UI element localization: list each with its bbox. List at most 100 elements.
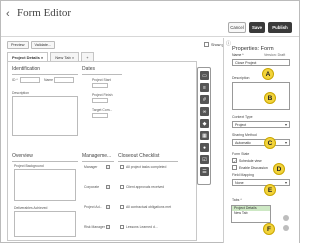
- chevron-down-icon: ▾: [284, 180, 287, 185]
- back-arrow-icon[interactable]: ‹: [6, 8, 10, 20]
- project-start-label: Project Start: [92, 78, 111, 82]
- project-finish-field[interactable]: [92, 98, 108, 103]
- field-mapping-value: None: [235, 180, 244, 185]
- section-identification: Identification: [12, 66, 41, 72]
- tabs-label: Tabs *: [232, 198, 242, 202]
- section-overview: Overview: [12, 153, 33, 159]
- chevron-down-icon: ▾: [284, 140, 287, 145]
- schedule-view-label: Schedule view: [239, 158, 262, 163]
- divider: [82, 74, 122, 75]
- id-label: ID *: [12, 78, 18, 82]
- form-name-value: Close Project: [235, 60, 257, 65]
- list-tool-icon[interactable]: ☰: [200, 167, 209, 176]
- deliverables-label: Deliverables Achieved: [14, 206, 48, 210]
- form-name-input[interactable]: Close Project: [232, 59, 290, 66]
- enable-discussion-option[interactable]: Enable Discussion: [232, 165, 268, 170]
- form-tabs: Project Details × New Tab × +: [7, 52, 96, 61]
- header-bar: ‹ Form Editor Cancel Save Publish: [1, 1, 299, 37]
- info-icon[interactable]: ⓘ: [226, 40, 231, 47]
- callout-marker-e: E: [264, 184, 276, 196]
- validate-button[interactable]: Validate...: [30, 41, 56, 49]
- project-background-label: Project Background: [14, 164, 44, 168]
- context-type-label: Context Type: [232, 115, 253, 119]
- show-guidelines-checkbox[interactable]: [204, 42, 209, 47]
- field-mapping-select[interactable]: None ▾: [232, 179, 290, 186]
- user-picker-icon[interactable]: [106, 185, 110, 189]
- sharing-method-label: Sharing Method: [232, 133, 257, 137]
- divider: [82, 161, 114, 162]
- page-title: Form Editor: [17, 7, 72, 19]
- link-tool-icon[interactable]: ∞: [200, 107, 209, 116]
- id-field[interactable]: [20, 77, 40, 83]
- checkbox-tool-icon[interactable]: ☑: [200, 155, 209, 164]
- name-label: Name *: [232, 53, 244, 57]
- context-type-value: Project: [235, 122, 247, 127]
- save-button[interactable]: Save: [249, 22, 265, 33]
- checklist-checkbox[interactable]: [120, 205, 124, 209]
- enable-discussion-checkbox[interactable]: [232, 165, 237, 170]
- description-field[interactable]: [12, 96, 78, 136]
- paragraph-tool-icon[interactable]: ≡: [200, 83, 209, 92]
- calendar-tool-icon[interactable]: ▦: [200, 131, 209, 140]
- tab-list-item[interactable]: New Tab: [232, 211, 270, 216]
- context-type-select[interactable]: Project ▾: [232, 121, 290, 128]
- user-picker-icon[interactable]: [106, 165, 110, 169]
- description-label: Description: [12, 91, 29, 95]
- form-state-label: Form State: [232, 152, 250, 156]
- tabs-list: Project Details New Tab: [231, 205, 271, 223]
- project-background-field[interactable]: [14, 169, 76, 201]
- tag-tool-icon[interactable]: ◆: [200, 119, 209, 128]
- divider: [12, 74, 78, 75]
- form-editor-window: ‹ Form Editor Cancel Save Publish Previe…: [0, 0, 300, 243]
- tab-project-details[interactable]: Project Details ×: [7, 52, 49, 61]
- project-ad-label: Project Ad...: [84, 205, 103, 209]
- tab-new-tab[interactable]: New Tab ×: [50, 52, 80, 61]
- enable-discussion-label: Enable Discussion: [239, 165, 268, 170]
- move-up-icon[interactable]: [283, 215, 289, 221]
- sharing-method-value: Automatic: [235, 140, 251, 145]
- project-start-field[interactable]: [92, 83, 108, 88]
- checklist-item: Lessons Learned d...: [126, 225, 158, 229]
- section-closeout: Closeout Checklist: [118, 153, 160, 159]
- user-tool-icon[interactable]: ●: [200, 143, 209, 152]
- schedule-view-option[interactable]: Schedule view: [232, 158, 262, 163]
- form-description-input[interactable]: [232, 82, 290, 110]
- callout-marker-b: B: [264, 92, 276, 104]
- checklist-item: Client approvals received: [126, 185, 165, 189]
- target-com-field[interactable]: [92, 113, 108, 118]
- preview-button[interactable]: Preview: [7, 41, 29, 49]
- add-tab-button[interactable]: +: [81, 52, 94, 61]
- cancel-button[interactable]: Cancel: [228, 22, 246, 33]
- number-tool-icon[interactable]: #: [200, 95, 209, 104]
- text-field-tool-icon[interactable]: ▭: [200, 71, 209, 80]
- user-picker-icon[interactable]: [106, 205, 110, 209]
- target-com-label: Target Com...: [92, 108, 113, 112]
- deliverables-field[interactable]: [14, 211, 76, 237]
- callout-marker-f: F: [263, 223, 275, 235]
- schedule-view-checkbox[interactable]: [232, 158, 237, 163]
- checklist-item: All contractual obligations met: [126, 205, 172, 209]
- move-down-icon[interactable]: [283, 225, 289, 231]
- field-toolbox: ▭ ≡ # ∞ ◆ ▦ ● ☑ ☰: [197, 67, 211, 185]
- callout-marker-a: A: [262, 68, 274, 80]
- description-label: Description: [232, 76, 250, 80]
- checklist-checkbox[interactable]: [120, 225, 124, 229]
- risk-manager-label: Risk Manager: [84, 225, 105, 229]
- checklist-item: All project tasks completed: [126, 165, 167, 169]
- checklist-checkbox[interactable]: [120, 185, 124, 189]
- divider: [12, 161, 78, 162]
- field-mapping-label: Field Mapping: [232, 173, 254, 177]
- name-field[interactable]: [54, 77, 74, 83]
- user-picker-icon[interactable]: [106, 225, 110, 229]
- checklist-checkbox[interactable]: [120, 165, 124, 169]
- section-management: Manageme...: [82, 153, 112, 159]
- callout-marker-c: C: [264, 137, 276, 149]
- corporate-label: Corporate: [84, 185, 100, 189]
- section-dates: Dates: [82, 66, 96, 72]
- callout-marker-d: D: [273, 163, 285, 175]
- publish-button[interactable]: Publish: [268, 22, 292, 33]
- manager-label: Manager: [84, 165, 98, 169]
- sharing-method-select[interactable]: Automatic ▾: [232, 139, 290, 146]
- divider: [118, 161, 178, 162]
- preview-toolbar: Preview Validate...: [7, 41, 56, 49]
